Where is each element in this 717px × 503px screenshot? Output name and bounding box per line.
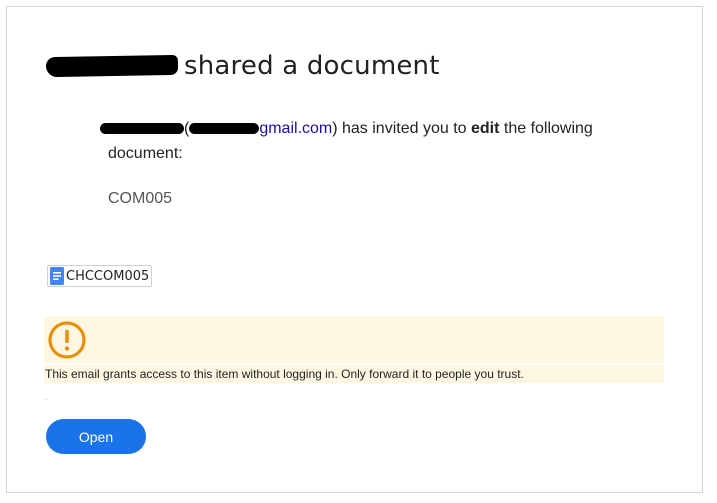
document-code: COM005	[108, 190, 173, 207]
warning-divider	[44, 363, 664, 365]
warning-banner: This email grants access to this item wi…	[44, 316, 664, 383]
invite-message: (gmail.com) has invited you to edit the …	[100, 116, 648, 166]
divider	[44, 399, 47, 400]
document-chip[interactable]: CHCCOM005	[47, 265, 153, 287]
open-button[interactable]: Open	[46, 419, 146, 454]
document-chip-label: CHCCOM005	[66, 268, 150, 284]
redacted-email-user	[189, 123, 260, 135]
redacted-sender-name	[100, 123, 184, 135]
permission-level: edit	[470, 120, 500, 137]
redacted-sender-name	[45, 54, 179, 78]
header: shared a document	[45, 46, 440, 86]
page-title: shared a document	[184, 51, 440, 81]
warning-text: This email grants access to this item wi…	[45, 367, 524, 381]
google-docs-icon	[50, 267, 64, 285]
exclamation-circle-icon	[48, 321, 86, 359]
sender-email-link[interactable]: gmail.com	[259, 120, 332, 137]
invite-text: ) has invited you to	[332, 120, 471, 137]
